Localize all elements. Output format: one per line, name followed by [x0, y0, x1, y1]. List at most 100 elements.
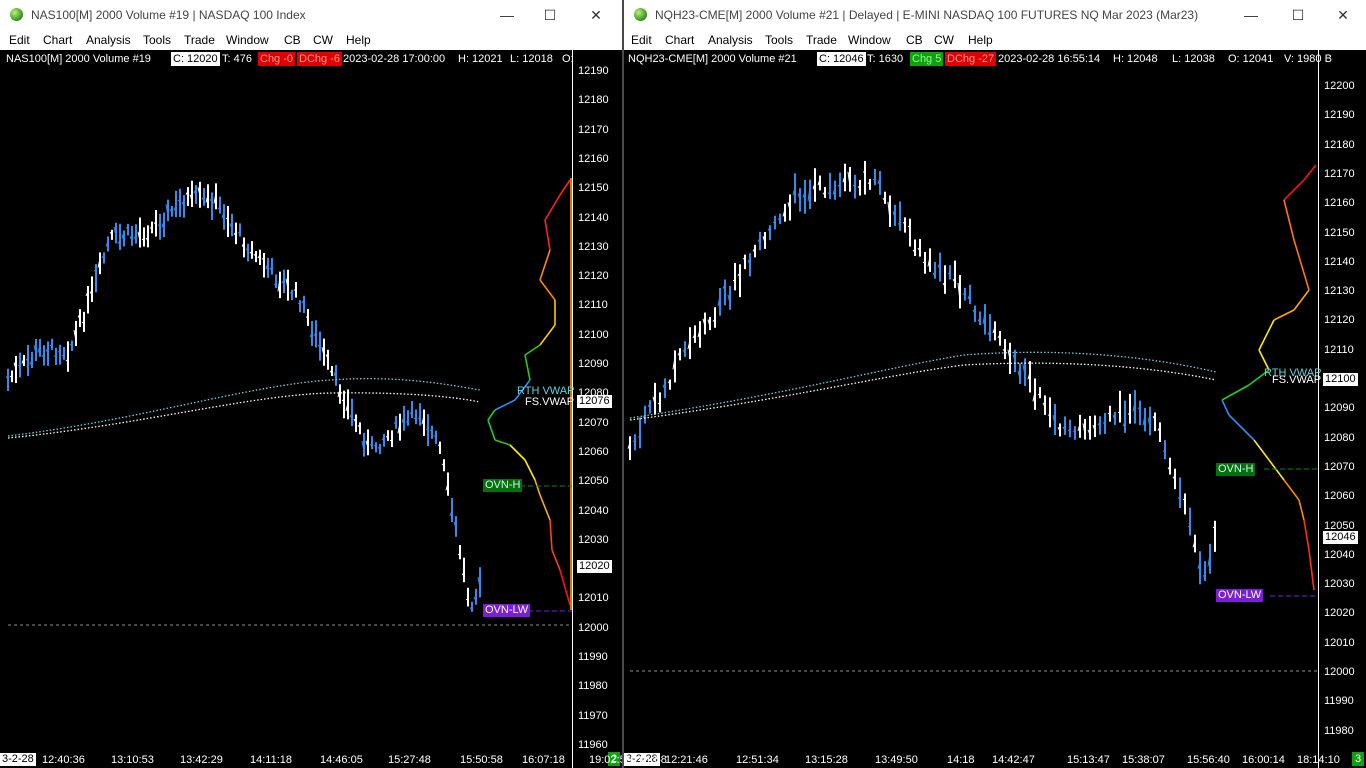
- title-bar[interactable]: NAS100[M] 2000 Volume #19 | NASDAQ 100 I…: [0, 0, 622, 30]
- time-tick-label: 13:10:53: [111, 754, 154, 766]
- menu-analysis[interactable]: Analysis: [708, 33, 753, 47]
- price-tick-label: 12170: [578, 123, 609, 136]
- menu-tools[interactable]: Tools: [143, 33, 171, 47]
- menu-window[interactable]: Window: [848, 33, 891, 47]
- price-tick-label: 12010: [578, 592, 609, 605]
- rth-vwap-line: [7, 378, 481, 437]
- info-symbol: NAS100[M] 2000 Volume #19: [6, 53, 151, 65]
- menu-tools[interactable]: Tools: [765, 33, 793, 47]
- price-bar-tick: [53, 355, 57, 357]
- menu-help[interactable]: Help: [968, 33, 993, 47]
- time-tick-label: 13:15:28: [805, 754, 848, 766]
- volume-profile-segment: [494, 439, 511, 446]
- menu-chart[interactable]: Chart: [665, 33, 694, 47]
- chart-canvas[interactable]: [624, 50, 1366, 768]
- price-tick-label: 12120: [578, 270, 609, 283]
- close-button[interactable]: ✕: [573, 0, 619, 30]
- price-tick-label: 12170: [1324, 167, 1355, 180]
- time-tick-label: 15:27:48: [388, 754, 431, 766]
- title-bar[interactable]: NQH23-CME[M] 2000 Volume #21 | Delayed |…: [624, 0, 1366, 30]
- menu-cb[interactable]: CB: [906, 33, 923, 47]
- info-low: L: 12038: [1172, 53, 1215, 65]
- price-tick-label: 12180: [578, 94, 609, 107]
- price-tick-label: 12050: [1324, 519, 1355, 532]
- current-price-badge: 12046: [1323, 531, 1358, 544]
- time-tick-label: 14:42:47: [992, 754, 1035, 766]
- vwap-price-badge: 12076: [577, 395, 612, 408]
- price-tick-label: 12090: [578, 358, 609, 370]
- volume-profile-segment: [487, 419, 496, 441]
- price-tick-label: 12200: [1324, 80, 1355, 92]
- time-tick-label: 20:01:58: [624, 754, 667, 766]
- menu-trade[interactable]: Trade: [184, 33, 215, 47]
- volume-profile-segment: [534, 479, 541, 496]
- time-tick-label: 15:38:07: [1122, 754, 1165, 766]
- rth-vwap-line: [629, 351, 1217, 419]
- time-tick-label: 16:00:14: [1242, 754, 1285, 766]
- volume-profile-segment: [539, 249, 551, 281]
- volume-profile-segment: [1283, 179, 1305, 201]
- menu-edit[interactable]: Edit: [9, 33, 30, 47]
- price-tick-label: 12160: [1324, 197, 1355, 210]
- ovn-high-tag: OVN-H: [483, 479, 523, 492]
- close-button[interactable]: ✕: [1320, 0, 1366, 30]
- volume-profile-segment: [549, 519, 553, 551]
- price-tick-label: 12060: [1324, 490, 1355, 503]
- menu-cb[interactable]: CB: [284, 33, 301, 47]
- time-tick-label: 19:02:56: [589, 754, 622, 766]
- menu-trade[interactable]: Trade: [806, 33, 837, 47]
- minimize-button[interactable]: —: [1228, 0, 1274, 30]
- price-tick-label: 12160: [578, 152, 609, 165]
- volume-profile-segment: [559, 179, 571, 196]
- volume-profile-segment: [1221, 399, 1230, 416]
- price-tick-label: 12040: [1324, 548, 1355, 561]
- price-tick-label: 12190: [578, 65, 609, 77]
- maximize-button[interactable]: ☐: [1275, 0, 1321, 30]
- time-tick-label: 15:56:40: [1187, 754, 1230, 766]
- menu-chart[interactable]: Chart: [43, 33, 72, 47]
- chart-canvas[interactable]: [0, 50, 622, 768]
- info-trades: T: 1630: [867, 53, 904, 65]
- fs-vwap-line: [7, 392, 481, 439]
- ovn-high-tag: OVN-H: [1216, 463, 1256, 476]
- window-title: NQH23-CME[M] 2000 Volume #21 | Delayed |…: [655, 8, 1199, 22]
- price-chart[interactable]: NQH23-CME[M] 2000 Volume #21 C: 12046 T:…: [624, 50, 1366, 768]
- price-tick-label: 11980: [1324, 724, 1354, 737]
- info-high: H: 12021: [458, 53, 503, 65]
- info-day-change: DChg -27: [945, 52, 997, 66]
- volume-profile-segment: [1293, 239, 1310, 291]
- menu-cw[interactable]: CW: [934, 33, 954, 47]
- time-tick-label: 14:18: [947, 754, 975, 766]
- price-bar-tick: [61, 354, 65, 357]
- price-tick-label: 12110: [578, 299, 608, 312]
- minimize-button[interactable]: —: [484, 0, 530, 30]
- price-axis[interactable]: 12200 12190 12180 12170 12160 12150 12140 12130…: [1318, 50, 1366, 768]
- price-bar-tick: [425, 428, 429, 430]
- time-tick-label: 13:49:50: [875, 754, 918, 766]
- info-datetime: 2023-02-28 17:00:00: [343, 53, 446, 65]
- window-title: NAS100[M] 2000 Volume #19 | NASDAQ 100 I…: [31, 8, 306, 22]
- time-tick-label: 15:50:58: [460, 754, 503, 766]
- volume-profile-segment: [1221, 384, 1250, 401]
- price-tick-label: 11990: [578, 651, 608, 663]
- price-tick-label: 12010: [1324, 636, 1355, 649]
- volume-profile-segment: [1228, 414, 1255, 441]
- menu-help[interactable]: Help: [346, 33, 371, 47]
- menu-edit[interactable]: Edit: [631, 33, 652, 47]
- price-tick-label: 12180: [1324, 138, 1355, 151]
- chart-number-badge[interactable]: 3: [1352, 752, 1364, 766]
- time-tick-label: 14:46:05: [320, 754, 363, 766]
- price-tick-label: 12130: [1324, 285, 1355, 298]
- menu-cw[interactable]: CW: [313, 33, 333, 47]
- price-tick-label: 12150: [1324, 226, 1355, 239]
- menu-analysis[interactable]: Analysis: [86, 33, 131, 47]
- price-bar-tick: [902, 222, 906, 224]
- price-tick-label: 12130: [578, 240, 609, 253]
- price-axis[interactable]: 12190 12180 12170 12160 12150 12140 12130 12120…: [572, 50, 622, 768]
- price-tick-label: 12100: [578, 328, 609, 341]
- price-tick-label: 12070: [578, 416, 609, 429]
- maximize-button[interactable]: ☐: [527, 0, 573, 30]
- price-chart[interactable]: NAS100[M] 2000 Volume #19 C: 12020 T: 47…: [0, 50, 622, 768]
- vwap-price-badge: 12100: [1323, 373, 1358, 386]
- menu-window[interactable]: Window: [226, 33, 269, 47]
